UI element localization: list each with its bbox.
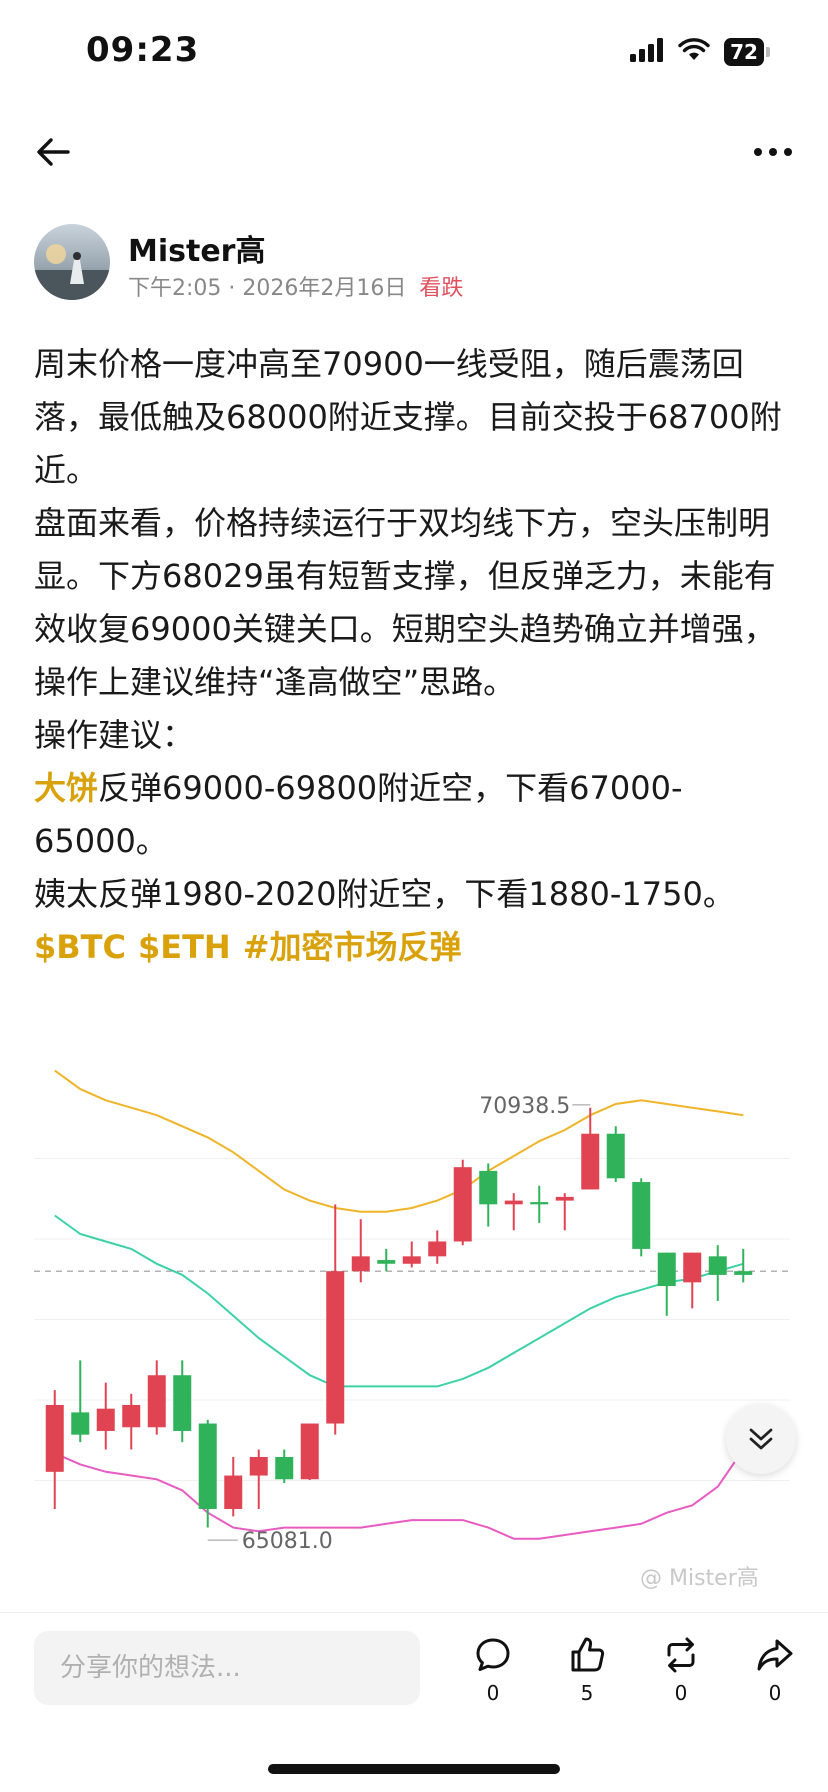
author-header: Mister高 下午2:05 · 2026年2月16日 看跌 (34, 224, 794, 304)
candle-up (581, 1133, 600, 1190)
chevrons-down-icon (749, 1428, 773, 1450)
comment-input[interactable] (34, 1631, 420, 1705)
tag-crypto-rebound[interactable]: #加密市场反弹 (243, 928, 462, 966)
candle-up (555, 1196, 574, 1201)
comment-count: 0 (486, 1681, 500, 1705)
candle-down (275, 1456, 294, 1480)
status-time: 09:23 (86, 30, 200, 70)
like-count: 5 (580, 1681, 594, 1705)
battery-icon: 72 (724, 38, 770, 66)
comment-button[interactable]: 0 (458, 1635, 528, 1705)
scroll-down-button[interactable] (726, 1404, 796, 1474)
candle-up (402, 1256, 421, 1264)
wifi-icon (678, 38, 710, 66)
battery-level: 72 (724, 38, 764, 66)
candle-down (71, 1412, 90, 1435)
arrow-left-icon (37, 138, 70, 166)
candle-down (377, 1260, 396, 1264)
repost-count: 0 (674, 1681, 688, 1705)
cellular-signal-icon (630, 38, 664, 66)
repost-button[interactable]: 0 (646, 1635, 716, 1705)
low-price-label: 65081.0 (242, 1529, 333, 1554)
post-text: 反弹69000-69800附近空，下看67000-65000。 (34, 769, 683, 860)
share-button[interactable]: 0 (740, 1635, 810, 1705)
candlestick-chart: 70938.5 65081.0 (34, 1069, 790, 1554)
meta-separator: · (228, 276, 236, 301)
avatar[interactable] (34, 224, 110, 300)
home-indicator (268, 1764, 560, 1774)
candle-up (453, 1167, 472, 1242)
high-price-label: 70938.5 (479, 1094, 570, 1119)
post-date: 2026年2月16日 (242, 276, 407, 301)
candle-up (96, 1408, 115, 1431)
candle-up (45, 1404, 64, 1472)
coin-link-btc[interactable]: 大饼 (34, 769, 98, 807)
post-paragraph: 操作建议： (34, 716, 195, 754)
comment-icon (476, 1638, 510, 1671)
candle-down (173, 1375, 192, 1431)
candle-down (734, 1271, 753, 1275)
candle-down (632, 1182, 651, 1249)
chart-image[interactable]: 70938.5 65081.0 (34, 1068, 790, 1586)
candle-down (530, 1202, 549, 1205)
thumbs-up-icon (571, 1637, 605, 1672)
candle-down (479, 1170, 498, 1205)
share-icon (757, 1639, 793, 1671)
more-options-button[interactable] (748, 130, 798, 174)
candle-up (428, 1241, 447, 1257)
tag-list: $BTC $ETH #加密市场反弹 (34, 921, 796, 974)
post-paragraph: 姨太反弹1980-2020附近空，下看1880-1750。 (34, 875, 735, 913)
chart-watermark: @ Mister高 (640, 1566, 759, 1591)
candle-up (249, 1456, 268, 1476)
post-meta: 下午2:05 · 2026年2月16日 看跌 (128, 270, 463, 302)
tag-eth[interactable]: $ETH (138, 928, 231, 966)
candle-down (708, 1256, 727, 1275)
author-name[interactable]: Mister高 (128, 226, 265, 270)
tag-btc[interactable]: $BTC (34, 928, 126, 966)
more-horizontal-icon (754, 148, 792, 156)
like-button[interactable]: 5 (552, 1635, 622, 1705)
back-button[interactable] (32, 130, 76, 174)
candle-up (147, 1375, 166, 1428)
candle-up (122, 1404, 141, 1428)
candle-down (657, 1252, 676, 1287)
post-paragraph: 盘面来看，价格持续运行于双均线下方，空头压制明显。下方68029虽有短暂支撑，但… (34, 504, 776, 701)
candle-up (351, 1256, 370, 1272)
sentiment-badge: 看跌 (419, 276, 464, 301)
post-time: 下午2:05 (128, 276, 222, 301)
candle-down (606, 1133, 625, 1179)
candle-up (683, 1252, 702, 1283)
post-body: 周末价格一度冲高至70900一线受阻，随后震荡回落，最低触及68000附近支撑。… (34, 338, 796, 974)
candle-up (300, 1423, 319, 1480)
status-bar: 09:23 72 (0, 0, 828, 110)
repost-icon (667, 1637, 695, 1673)
bottom-action-bar: 0 5 0 0 (0, 1612, 828, 1723)
candle-up (224, 1475, 243, 1509)
candle-down (198, 1423, 217, 1509)
candle-up (326, 1271, 345, 1424)
post-paragraph: 大饼反弹69000-69800附近空，下看67000-65000。 (34, 762, 796, 868)
post-paragraph: 周末价格一度冲高至70900一线受阻，随后震荡回落，最低触及68000附近支撑。… (34, 345, 782, 489)
lower-band-line (54, 1448, 745, 1540)
status-icons: 72 (630, 38, 770, 66)
share-count: 0 (768, 1681, 782, 1705)
candle-up (504, 1200, 523, 1205)
top-nav (0, 110, 828, 190)
